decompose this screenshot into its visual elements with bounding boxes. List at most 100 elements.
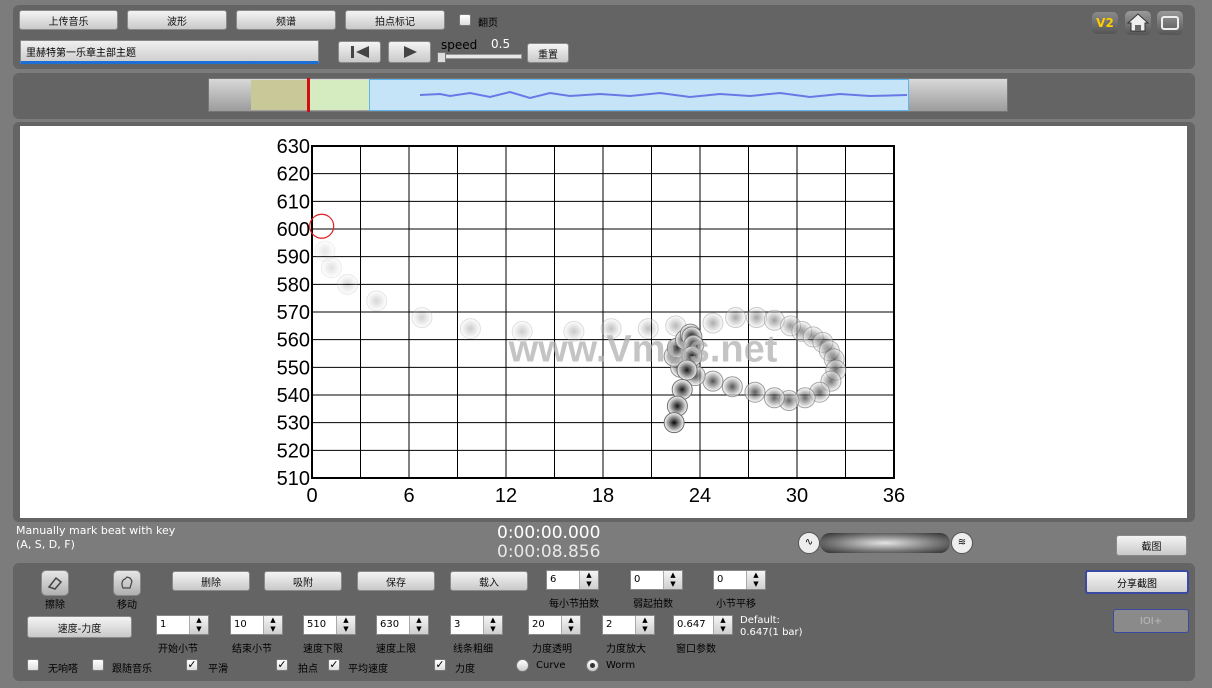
waveform-track[interactable] <box>208 78 1008 112</box>
load-button[interactable]: 载入 <box>450 571 528 591</box>
stepper-arrows[interactable]: ▲ ▼ <box>561 616 580 634</box>
tempo-dynamics-button[interactable]: 速度-力度 <box>27 616 132 638</box>
end-bar-stepper[interactable]: 10 ▲ ▼ <box>230 615 283 635</box>
y-tick-label: 520 <box>277 440 310 462</box>
stepper-arrows[interactable]: ▲ ▼ <box>336 616 355 634</box>
flip-page-checkbox[interactable] <box>459 14 471 26</box>
fullscreen-icon[interactable] <box>1157 11 1183 35</box>
speed-slider-thumb[interactable] <box>437 52 446 63</box>
stepper-arrows[interactable]: ▲ ▼ <box>635 616 654 634</box>
stepper-arrows[interactable]: ▲ ▼ <box>746 571 765 589</box>
beats-per-bar-stepper[interactable]: 6 ▲ ▼ <box>546 570 599 590</box>
no-metronome-label: 无响嗒 <box>48 664 78 675</box>
skip-to-start-button[interactable] <box>338 41 381 63</box>
start-bar-stepper[interactable]: 1 ▲ ▼ <box>156 615 209 635</box>
window-param-label: 窗口参数 <box>676 644 716 655</box>
play-button[interactable] <box>388 41 431 63</box>
worm-point <box>320 257 342 279</box>
window-param-value: 0.647 <box>677 619 706 630</box>
avg-tempo-checkbox[interactable]: ✓ <box>328 659 340 671</box>
beat-points-checkbox[interactable]: ✓ <box>276 659 288 671</box>
bar-offset-value: 0 <box>717 574 724 585</box>
hint-line-2: (A, S, D, F) <box>16 538 75 551</box>
watermark-text: www.Vmus.net <box>508 329 778 371</box>
skip-start-icon <box>350 46 369 58</box>
worm-radio[interactable] <box>586 659 599 672</box>
stepper-arrows[interactable]: ▲ ▼ <box>263 616 282 634</box>
stepper-arrows[interactable]: ▲ ▼ <box>483 616 502 634</box>
reset-button[interactable]: 重置 <box>527 43 569 63</box>
curve-label: Curve <box>536 660 566 671</box>
worm-point <box>411 307 433 329</box>
stepper-arrows[interactable]: ▲ ▼ <box>579 571 598 589</box>
end-bar-label: 结束小节 <box>232 644 272 655</box>
y-tick-label: 550 <box>277 357 310 379</box>
y-tick-label: 540 <box>277 385 310 407</box>
follow-music-checkbox[interactable] <box>92 659 104 671</box>
waveform-audio-region[interactable] <box>369 79 909 111</box>
home-icon[interactable] <box>1125 11 1151 35</box>
window-param-stepper[interactable]: 0.647 ▲ ▼ <box>673 615 733 635</box>
y-tick-label: 560 <box>277 330 310 352</box>
stepper-arrows[interactable]: ▲ ▼ <box>713 616 732 634</box>
delete-button[interactable]: 删除 <box>172 571 250 591</box>
line-width-stepper[interactable]: 3 ▲ ▼ <box>450 615 503 635</box>
tempo-max-value: 630 <box>380 619 400 630</box>
line-width-value: 3 <box>454 619 461 630</box>
snap-button[interactable]: 吸附 <box>264 571 342 591</box>
save-button[interactable]: 保存 <box>357 571 435 591</box>
volume-control[interactable]: ∿ ≋ <box>798 532 973 554</box>
stepper-arrows[interactable]: ▲ ▼ <box>189 616 208 634</box>
erase-label: 擦除 <box>45 600 65 611</box>
playhead-marker[interactable] <box>307 78 310 112</box>
worm-point <box>663 412 685 434</box>
time-total: 0:00:08.856 <box>497 542 601 562</box>
stepper-arrows[interactable]: ▲ ▼ <box>663 571 682 589</box>
move-label: 移动 <box>117 600 137 611</box>
waveform-region-b <box>309 80 369 110</box>
speed-label: speed <box>441 38 478 52</box>
tempo-min-stepper[interactable]: 510 ▲ ▼ <box>303 615 356 635</box>
x-tick-label: 36 <box>883 485 905 507</box>
bar-offset-stepper[interactable]: 0 ▲ ▼ <box>713 570 766 590</box>
no-metronome-checkbox[interactable] <box>27 659 39 671</box>
dynamics-scale-stepper[interactable]: 2 ▲ ▼ <box>602 615 655 635</box>
pickup-beats-stepper[interactable]: 0 ▲ ▼ <box>630 570 683 590</box>
tempo-max-label: 速度上限 <box>376 644 416 655</box>
start-bar-label: 开始小节 <box>158 644 198 655</box>
x-tick-label: 30 <box>786 485 808 507</box>
ioi-button[interactable]: IOI+ <box>1113 609 1189 633</box>
dynamics-opacity-label: 力度透明 <box>532 644 572 655</box>
speed-slider[interactable] <box>437 52 522 63</box>
follow-music-label: 跟随音乐 <box>112 664 152 675</box>
upload-music-button[interactable]: 上传音乐 <box>19 10 118 30</box>
screenshot-button[interactable]: 截图 <box>1116 535 1187 556</box>
curve-radio[interactable] <box>516 659 529 672</box>
pickup-beats-label: 弱起拍数 <box>633 599 673 610</box>
eraser-icon <box>47 576 63 590</box>
volume-slider[interactable] <box>820 533 950 553</box>
pickup-beats-value: 0 <box>634 574 641 585</box>
dynamics-checkbox[interactable]: ✓ <box>434 659 446 671</box>
smooth-checkbox[interactable]: ✓ <box>186 659 198 671</box>
v2-icon[interactable]: V2 <box>1092 12 1118 34</box>
flip-page-label: 翻页 <box>478 18 498 29</box>
tempo-max-stepper[interactable]: 630 ▲ ▼ <box>376 615 429 635</box>
music-title-field[interactable]: 里赫特第一乐章主部主题 <box>20 40 319 64</box>
share-screenshot-button[interactable]: 分享截图 <box>1085 570 1189 594</box>
y-tick-label: 570 <box>277 302 310 324</box>
worm-point <box>746 307 768 329</box>
stepper-arrows[interactable]: ▲ ▼ <box>409 616 428 634</box>
beats-per-bar-value: 6 <box>550 574 557 585</box>
waveform-region-a <box>251 80 307 110</box>
beat-mark-button[interactable]: 拍点标记 <box>345 10 445 30</box>
spectrum-button[interactable]: 频谱 <box>236 10 336 30</box>
worm-point <box>702 370 724 392</box>
erase-tool-button[interactable] <box>41 570 69 596</box>
dynamics-opacity-stepper[interactable]: 20 ▲ ▼ <box>528 615 581 635</box>
tempo-dynamics-chart[interactable]: 0 6 12 18 24 30 366306206106005905805705605505… <box>20 126 1187 518</box>
start-bar-value: 1 <box>160 619 167 630</box>
move-tool-button[interactable] <box>113 570 141 596</box>
dynamics-scale-value: 2 <box>606 619 613 630</box>
waveform-button[interactable]: 波形 <box>127 10 227 30</box>
